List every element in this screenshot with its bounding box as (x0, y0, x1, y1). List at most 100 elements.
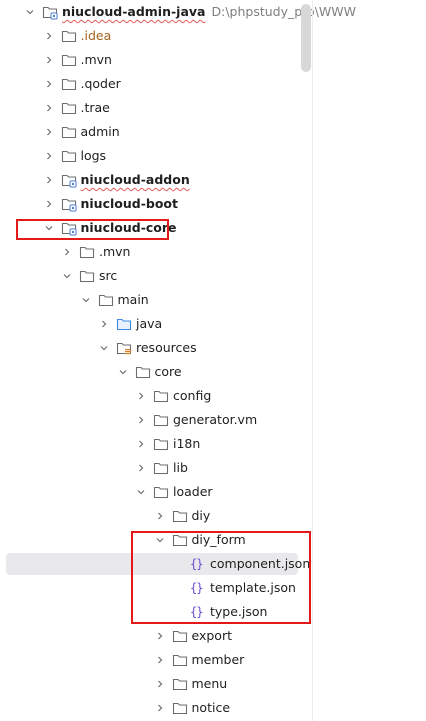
chevron-right-icon[interactable] (61, 246, 73, 258)
tree-item-text: .idea (80, 28, 112, 43)
tree-item-text: niucloud-admin-java (62, 4, 206, 19)
chevron-right-icon[interactable] (154, 630, 166, 642)
folder-icon (61, 124, 77, 140)
chevron-down-icon[interactable] (80, 294, 92, 306)
chevron-down-icon[interactable] (117, 366, 129, 378)
chevron-right-icon[interactable] (135, 462, 147, 474)
chevron-down-icon[interactable] (98, 342, 110, 354)
tree-row[interactable]: resources (0, 336, 312, 360)
tree-item-label: niucloud-core (81, 216, 177, 240)
chevron-right-icon[interactable] (135, 438, 147, 450)
tree-row[interactable]: .qoder (0, 72, 312, 96)
tree-item-label: niucloud-addon (81, 168, 190, 192)
tree-row[interactable]: .idea (0, 24, 312, 48)
folder-icon (153, 412, 169, 428)
tree-row[interactable]: java (0, 312, 312, 336)
module-folder-icon (61, 172, 77, 188)
tree-row[interactable]: diy (0, 504, 312, 528)
tree-row[interactable]: niucloud-boot (0, 192, 312, 216)
tree-row[interactable]: admin (0, 120, 312, 144)
chevron-right-icon[interactable] (43, 102, 55, 114)
folder-icon (135, 364, 151, 380)
folder-icon (172, 508, 188, 524)
chevron-right-icon[interactable] (43, 30, 55, 42)
chevron-down-icon[interactable] (43, 222, 55, 234)
tree-row[interactable]: export (0, 624, 312, 648)
tree-row[interactable]: lib (0, 456, 312, 480)
chevron-down-icon[interactable] (154, 534, 166, 546)
tree-row[interactable]: .mvn (0, 48, 312, 72)
tree-row[interactable]: {} type.json (0, 600, 312, 624)
tree-row[interactable]: niucloud-admin-java D:\phpstudy_pro\WWW (0, 0, 356, 24)
tree-row[interactable]: niucloud-addon (0, 168, 312, 192)
tree-row[interactable]: .mvn (0, 240, 312, 264)
tree-item-label: niucloud-boot (81, 192, 179, 216)
tree-item-text: niucloud-addon (80, 172, 190, 187)
tree-item-text: component.json (210, 556, 311, 571)
tree-row[interactable]: i18n (0, 432, 312, 456)
chevron-down-icon[interactable] (61, 270, 73, 282)
tree-item-text: notice (191, 700, 231, 715)
tree-item-label: diy (192, 504, 211, 528)
tree-item-label: diy_form (192, 528, 246, 552)
tree-item-text: lib (173, 460, 188, 475)
tree-item-label: admin (81, 120, 120, 144)
chevron-right-icon[interactable] (135, 390, 147, 402)
chevron-right-icon[interactable] (154, 510, 166, 522)
tree-item-label: export (192, 624, 233, 648)
json-file-icon: {} (190, 605, 203, 619)
tree-item-text: java (136, 316, 163, 331)
tree-item-label: core (155, 360, 182, 384)
tree-item-text: template.json (210, 580, 296, 595)
tree-item-label: .mvn (99, 240, 130, 264)
chevron-right-icon[interactable] (43, 54, 55, 66)
tree-row[interactable]: .trae (0, 96, 312, 120)
folder-icon (79, 244, 95, 260)
chevron-right-icon[interactable] (154, 678, 166, 690)
tree-item-text: diy (191, 508, 211, 523)
tree-row[interactable]: notice (0, 696, 312, 720)
chevron-right-icon[interactable] (154, 654, 166, 666)
tree-row[interactable]: src (0, 264, 312, 288)
tree-row[interactable]: loader (0, 480, 312, 504)
folder-icon (61, 76, 77, 92)
folder-icon (61, 28, 77, 44)
chevron-right-icon[interactable] (135, 414, 147, 426)
tree-item-text: .mvn (99, 244, 131, 259)
tree-row[interactable]: niucloud-core (0, 216, 312, 240)
tree-item-text: main (117, 292, 149, 307)
chevron-right-icon[interactable] (154, 702, 166, 714)
chevron-down-icon[interactable] (24, 6, 36, 18)
tree-row[interactable]: menu (0, 672, 312, 696)
project-tree[interactable]: niucloud-admin-java D:\phpstudy_pro\WWW .i… (0, 0, 356, 721)
folder-icon (61, 148, 77, 164)
tree-item-text: loader (173, 484, 213, 499)
folder-icon (172, 676, 188, 692)
tree-item-text: admin (80, 124, 120, 139)
tree-row[interactable]: core (0, 360, 312, 384)
tree-item-label: notice (192, 696, 231, 720)
tree-item-text: core (154, 364, 182, 379)
tree-row[interactable]: member (0, 648, 312, 672)
tree-row[interactable]: {} template.json (0, 576, 312, 600)
chevron-right-icon[interactable] (98, 318, 110, 330)
tree-item-label: type.json (210, 600, 267, 624)
tree-row[interactable]: diy_form (0, 528, 312, 552)
tree-item-text: .mvn (80, 52, 112, 67)
scrollbar-thumb[interactable] (301, 4, 311, 72)
tree-row[interactable]: {} component.json (0, 552, 312, 576)
chevron-right-icon[interactable] (43, 174, 55, 186)
chevron-down-icon[interactable] (135, 486, 147, 498)
scrollbar[interactable] (300, 0, 312, 721)
chevron-right-icon[interactable] (43, 78, 55, 90)
tree-row[interactable]: config (0, 384, 312, 408)
chevron-right-icon[interactable] (43, 150, 55, 162)
tree-row[interactable]: generator.vm (0, 408, 312, 432)
folder-icon (172, 532, 188, 548)
tree-row[interactable]: logs (0, 144, 312, 168)
tree-item-label: resources (136, 336, 197, 360)
chevron-right-icon[interactable] (43, 126, 55, 138)
tree-row[interactable]: main (0, 288, 312, 312)
tree-item-label: member (192, 648, 245, 672)
chevron-right-icon[interactable] (43, 198, 55, 210)
